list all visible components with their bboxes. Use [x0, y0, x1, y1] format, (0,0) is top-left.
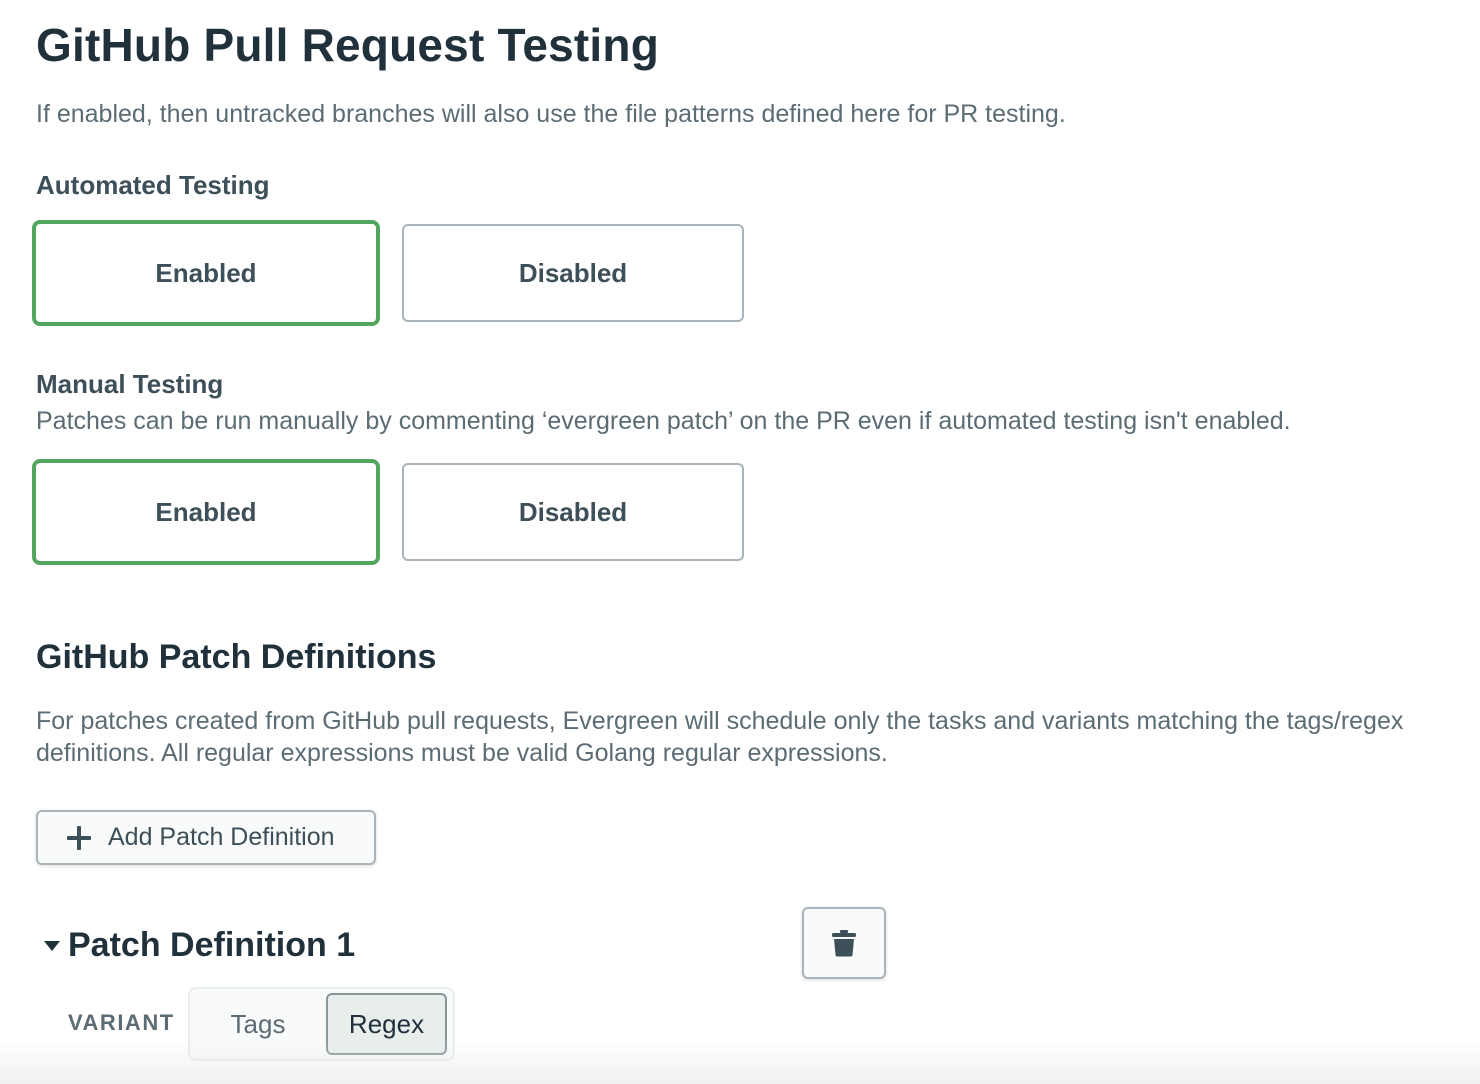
manual-testing-label: Manual Testing: [36, 369, 224, 399]
automated-testing-enabled-label: Enabled: [155, 257, 257, 288]
delete-patch-definition-button[interactable]: [802, 907, 886, 979]
trash-icon: [832, 930, 856, 957]
caret-down-icon: [44, 940, 60, 951]
patch-definitions-description: For patches created from GitHub pull req…: [36, 707, 1404, 767]
add-patch-definition-label: Add Patch Definition: [108, 823, 335, 851]
patch-definition-collapse-toggle[interactable]: Patch Definition 1: [44, 926, 355, 965]
automated-testing-disabled-option[interactable]: Disabled: [402, 224, 744, 322]
variant-label: VARIANT: [68, 1010, 175, 1035]
automated-testing-enabled-option[interactable]: Enabled: [32, 220, 380, 326]
scroll-fade: [0, 1040, 1480, 1084]
page-title: GitHub Pull Request Testing: [36, 19, 660, 71]
page-description: If enabled, then untracked branches will…: [36, 100, 1066, 128]
manual-testing-disabled-option[interactable]: Disabled: [402, 463, 744, 561]
plus-icon: [67, 825, 91, 850]
manual-testing-enabled-label: Enabled: [155, 496, 257, 527]
manual-testing-disabled-label: Disabled: [518, 496, 628, 527]
manual-testing-enabled-option[interactable]: Enabled: [32, 459, 380, 565]
manual-testing-description: Patches can be run manually by commentin…: [36, 407, 1291, 435]
patch-definition-title: Patch Definition 1: [68, 926, 356, 964]
patch-definitions-title: GitHub Patch Definitions: [36, 638, 437, 676]
automated-testing-label: Automated Testing: [36, 170, 270, 200]
automated-testing-disabled-label: Disabled: [518, 257, 628, 288]
add-patch-definition-button[interactable]: Add Patch Definition: [36, 810, 376, 865]
